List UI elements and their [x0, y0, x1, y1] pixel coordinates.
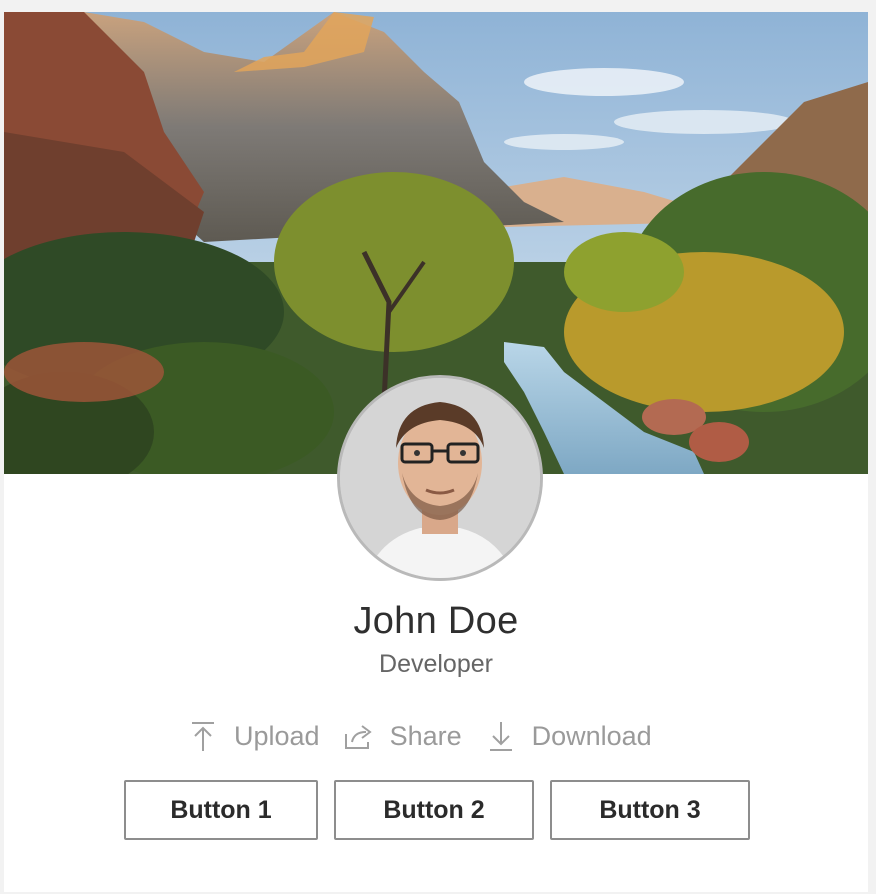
action-row: Upload Share Download — [188, 716, 676, 756]
upload-icon — [188, 720, 218, 752]
button-2[interactable]: Button 2 — [334, 780, 534, 840]
upload-label: Upload — [234, 720, 320, 751]
download-action[interactable]: Download — [486, 720, 652, 752]
share-icon — [344, 720, 374, 752]
avatar[interactable] — [337, 375, 543, 581]
share-label: Share — [389, 720, 462, 751]
share-action[interactable]: Share — [344, 720, 462, 752]
profile-card: John Doe Developer Upload Share Download… — [4, 12, 868, 892]
download-icon — [486, 720, 516, 752]
upload-action[interactable]: Upload — [188, 720, 320, 752]
profile-role: Developer — [379, 650, 493, 678]
profile-name: John Doe — [353, 600, 519, 642]
button-3[interactable]: Button 3 — [550, 780, 750, 840]
button-1[interactable]: Button 1 — [124, 780, 318, 840]
button-row: Button 1 Button 2 Button 3 — [124, 780, 766, 840]
download-label: Download — [531, 720, 652, 751]
